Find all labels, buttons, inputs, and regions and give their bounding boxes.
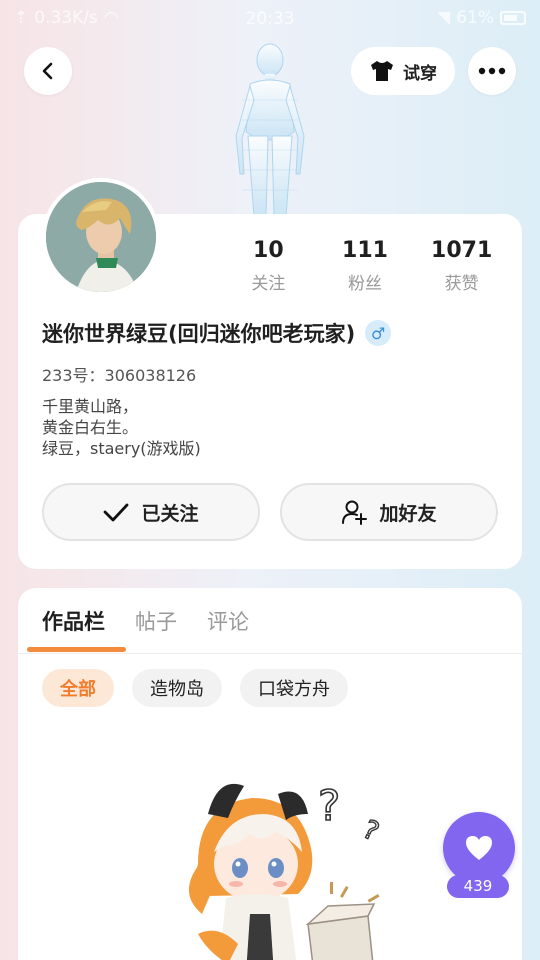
chip-creation-island[interactable]: 造物岛: [132, 669, 222, 707]
heart-icon: [466, 836, 492, 860]
tshirt-icon: [371, 61, 393, 81]
add-user-icon: [342, 500, 368, 525]
try-on-label: 试穿: [403, 63, 437, 84]
user-id: 233号：306038126: [42, 366, 197, 385]
profile-stats: 10 关注 111 粉丝 1071 获赞: [220, 238, 510, 294]
username: 迷你世界绿豆(回归迷你吧老玩家): [42, 322, 356, 346]
like-count: 439: [447, 875, 509, 898]
tab-indicator: [27, 647, 126, 652]
stat-following[interactable]: 10 关注: [220, 238, 317, 294]
more-dots-icon: [478, 67, 506, 75]
bio: 千里黄山路， 黄金白右生。 绿豆，staery(游戏版): [42, 396, 201, 459]
stat-value: 1071: [431, 238, 493, 263]
stat-followers[interactable]: 111 粉丝: [317, 238, 414, 294]
tab-works[interactable]: 作品栏: [42, 606, 105, 636]
tab-divider: [18, 653, 522, 654]
bio-line: 黄金白右生。: [42, 418, 139, 437]
tab-posts[interactable]: 帖子: [135, 606, 177, 636]
followed-button[interactable]: 已关注: [42, 483, 260, 541]
battery-icon: [500, 11, 526, 25]
character-model-silhouette: [235, 43, 305, 216]
svg-text:?: ?: [358, 815, 383, 848]
checkmark-icon: [104, 503, 129, 522]
tab-comments[interactable]: 评论: [207, 606, 249, 636]
add-friend-label: 加好友: [379, 502, 437, 525]
chevron-left-icon: [42, 62, 53, 80]
username-row: 迷你世界绿豆(回归迷你吧老玩家) ♂: [42, 318, 392, 348]
works-filter-chips: 全部 造物岛 口袋方舟: [42, 669, 348, 707]
stat-label: 获赞: [444, 274, 479, 294]
avatar[interactable]: [42, 178, 160, 296]
bio-line: 千里黄山路，: [42, 397, 139, 416]
status-bar: ⇡ 0.33K/s ◠ 20:33 ◥ 61%: [0, 0, 540, 36]
followed-label: 已关注: [141, 502, 199, 525]
empty-state-mascot-illustration: ? ?: [188, 780, 384, 960]
chip-all[interactable]: 全部: [42, 669, 114, 707]
status-time: 20:33: [245, 9, 295, 29]
add-friend-button[interactable]: 加好友: [280, 483, 498, 541]
stat-value: 111: [342, 238, 388, 263]
stat-likes[interactable]: 1071 获赞: [413, 238, 510, 294]
avatar-portrait: [46, 182, 156, 292]
works-tabs: 作品栏 帖子 评论: [42, 606, 249, 636]
more-button[interactable]: [468, 47, 516, 95]
chip-pocket-ark[interactable]: 口袋方舟: [240, 669, 348, 707]
stat-label: 关注: [251, 274, 286, 294]
like-button[interactable]: [443, 812, 515, 884]
svg-text:?: ?: [318, 781, 340, 830]
stat-value: 10: [253, 238, 284, 263]
back-button[interactable]: [24, 47, 72, 95]
stat-label: 粉丝: [347, 274, 382, 294]
try-on-button[interactable]: 试穿: [351, 47, 455, 95]
bio-line: 绿豆，staery(游戏版): [42, 439, 201, 458]
male-gender-icon: ♂: [365, 320, 392, 346]
works-card: 作品栏 帖子 评论 全部 造物岛 口袋方舟 ? ?: [18, 588, 522, 960]
